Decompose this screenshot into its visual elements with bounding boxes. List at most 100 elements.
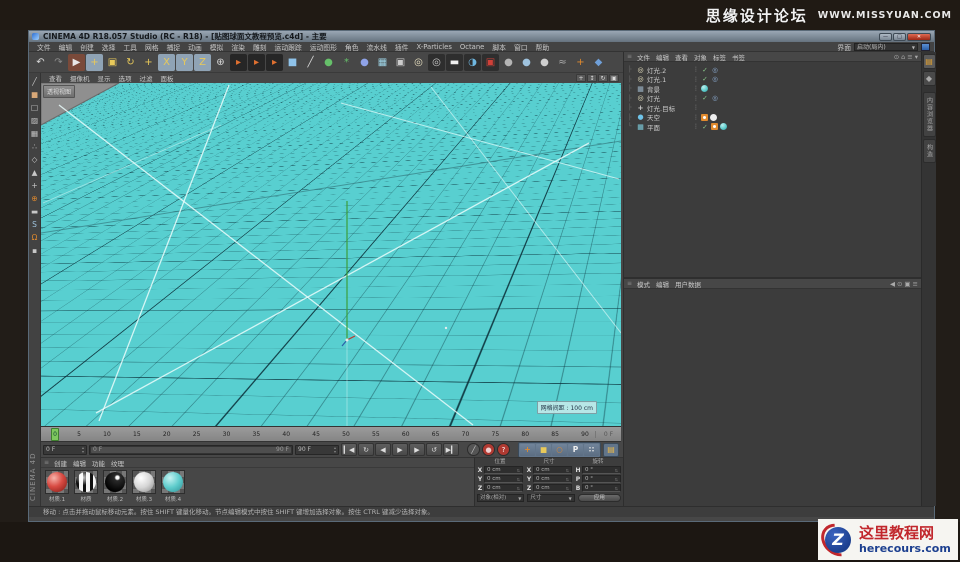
stepper-arrows-icon[interactable]: ▴ ▾ bbox=[334, 445, 336, 454]
toolbar-icon[interactable]: ≈ bbox=[554, 54, 571, 71]
toolbar-icon[interactable]: ● bbox=[320, 54, 337, 71]
left-tool-icon[interactable]: ▨ bbox=[29, 114, 40, 126]
left-tool-icon[interactable]: □ bbox=[29, 101, 40, 113]
left-tool-icon[interactable]: ■ bbox=[29, 88, 40, 100]
toolbar-icon[interactable]: ◎ bbox=[428, 53, 445, 71]
toolbar-icon[interactable]: ◑ bbox=[464, 53, 481, 71]
stepper-arrows-icon[interactable]: ▴ ▾ bbox=[82, 445, 84, 454]
dock-text-tab[interactable]: 内容浏览器 bbox=[922, 92, 936, 137]
keyframe-toggle[interactable]: ■ bbox=[536, 443, 551, 456]
toolbar-icon[interactable]: ╱ bbox=[302, 54, 319, 71]
menu-item[interactable]: 创建 bbox=[76, 42, 98, 52]
menu-item[interactable]: Octane bbox=[456, 43, 488, 51]
rotation-p-field[interactable]: 0 ° ⇅ bbox=[582, 475, 621, 483]
menu-item[interactable]: 插件 bbox=[391, 42, 413, 52]
rotation-h-field[interactable]: 0 ° ⇅ bbox=[582, 466, 621, 474]
toolbar-icon[interactable]: ▸ bbox=[230, 53, 247, 71]
menu-item[interactable]: 窗口 bbox=[510, 42, 532, 52]
object-manager-tool-icon[interactable]: ▾ bbox=[915, 53, 918, 61]
menu-item[interactable]: 捕捉 bbox=[163, 42, 185, 52]
timeline-keys-icon[interactable]: ▤ bbox=[603, 442, 619, 457]
object-row[interactable]: ├ 灯光 ⋮ bbox=[628, 94, 921, 104]
menu-item[interactable]: 帮助 bbox=[532, 42, 554, 52]
position-y-field[interactable]: 0 cm ⇅ bbox=[484, 475, 523, 483]
view-label[interactable]: 透视视图 bbox=[43, 85, 76, 98]
menu-item[interactable]: 运动跟踪 bbox=[271, 42, 306, 52]
last-frame-field[interactable]: 90 F ▴ ▾ bbox=[295, 444, 339, 455]
panel-grip-icon[interactable]: ≡ bbox=[627, 280, 632, 287]
toolbar-icon[interactable]: X bbox=[158, 53, 175, 71]
viewport-nav-icon[interactable]: ↕ bbox=[587, 74, 597, 82]
keyframe-toggle[interactable]: ○ bbox=[552, 443, 567, 456]
menu-item[interactable]: 文件 bbox=[33, 42, 55, 52]
toolbar-icon[interactable]: ▦ bbox=[374, 54, 391, 71]
toolbar-icon[interactable]: + bbox=[86, 53, 103, 71]
interface-dropdown[interactable]: 启动(局内) ▼ bbox=[854, 43, 918, 51]
toolbar-icon[interactable]: ◎ bbox=[410, 54, 427, 71]
menu-item[interactable]: 渲染 bbox=[227, 42, 249, 52]
material-preview-sphere[interactable] bbox=[45, 470, 69, 494]
object-manager-tool-icon[interactable]: ⊙ bbox=[894, 53, 899, 61]
viewport-menu-item[interactable]: 选项 bbox=[115, 73, 136, 83]
viewport-menu-item[interactable]: 摄像机 bbox=[66, 73, 94, 83]
timeline-ruler[interactable]: 051015202530354045505560657075808590 0 0… bbox=[41, 426, 621, 441]
target-tag-icon[interactable] bbox=[711, 75, 719, 83]
visibility-dots-icon[interactable]: ⋮ bbox=[693, 95, 699, 102]
left-tool-icon[interactable]: ▪ bbox=[29, 244, 40, 256]
visibility-dots-icon[interactable]: ⋮ bbox=[693, 123, 699, 130]
toolbar-icon[interactable]: ● bbox=[500, 54, 517, 71]
menu-item[interactable]: 工具 bbox=[119, 42, 141, 52]
keyframe-toggle[interactable]: + bbox=[520, 443, 535, 456]
menu-item[interactable]: 运动图形 bbox=[306, 42, 341, 52]
texture-tag-icon[interactable] bbox=[720, 123, 727, 131]
attribute-manager-menu-item[interactable]: 用户数据 bbox=[672, 279, 704, 289]
menu-item[interactable]: 脚本 bbox=[488, 42, 510, 52]
extra-tag-icon[interactable] bbox=[710, 113, 717, 121]
layout-icon[interactable] bbox=[921, 43, 930, 51]
coord-object-dropdown[interactable]: 对象(相对) ▼ bbox=[477, 494, 525, 502]
viewport[interactable]: 透视视图 网格间距 : 100 cm bbox=[41, 83, 621, 426]
maximize-button[interactable]: □ bbox=[893, 32, 906, 41]
compositing-tag-icon[interactable] bbox=[701, 113, 708, 121]
object-manager-menu-item[interactable]: 书签 bbox=[729, 52, 748, 62]
attribute-manager-menu-item[interactable]: 模式 bbox=[634, 279, 653, 289]
object-name[interactable]: 灯光.目标 bbox=[647, 103, 691, 113]
toolbar-icon[interactable]: ▣ bbox=[104, 54, 121, 71]
left-tool-icon[interactable]: ▬ bbox=[29, 205, 40, 217]
visibility-dots-icon[interactable]: ⋮ bbox=[693, 104, 699, 111]
dock-icon-tab[interactable]: ◆ bbox=[922, 71, 936, 86]
left-tool-icon[interactable]: ◇ bbox=[29, 153, 40, 165]
toolbar-icon[interactable]: Y bbox=[176, 53, 193, 71]
toolbar-icon[interactable]: ◆ bbox=[590, 54, 607, 71]
attribute-manager-menu-item[interactable]: 编辑 bbox=[653, 279, 672, 289]
toolbar-icon[interactable]: * bbox=[338, 54, 355, 71]
menu-item[interactable]: 动画 bbox=[184, 42, 206, 52]
viewport-nav-icon[interactable]: + bbox=[576, 74, 586, 82]
left-tool-icon[interactable]: ▲ bbox=[29, 166, 40, 178]
close-button[interactable]: ✕ bbox=[907, 32, 931, 41]
toolbar-icon[interactable]: + bbox=[140, 54, 157, 71]
visibility-dots-icon[interactable]: ⋮ bbox=[693, 85, 699, 92]
scale-z-field[interactable]: 0 cm ⇅ bbox=[533, 484, 572, 492]
visibility-dots-icon[interactable]: ⋮ bbox=[693, 114, 699, 121]
object-name[interactable]: 天空 bbox=[647, 112, 691, 122]
coord-size-dropdown[interactable]: 尺寸 ▼ bbox=[527, 494, 575, 502]
frame-range-slider[interactable]: 0 F 90 F bbox=[89, 444, 293, 455]
menu-item[interactable]: 流水线 bbox=[363, 42, 391, 52]
toolbar-icon[interactable]: ▣ bbox=[482, 53, 499, 71]
transport-button[interactable]: ↺ bbox=[426, 443, 442, 456]
material-menu-item[interactable]: 功能 bbox=[89, 458, 108, 468]
record-button[interactable]: ● bbox=[482, 443, 495, 456]
attribute-manager-tool-icon[interactable]: ◀ bbox=[890, 280, 895, 288]
menu-item[interactable]: 网格 bbox=[141, 42, 163, 52]
timeline-playhead[interactable]: 0 bbox=[51, 428, 59, 441]
transport-button[interactable]: ▶ bbox=[409, 443, 425, 456]
record-button[interactable]: ? bbox=[497, 443, 510, 456]
toolbar-icon[interactable]: ● bbox=[518, 54, 535, 71]
object-manager-tool-icon[interactable]: ≡ bbox=[907, 53, 912, 61]
position-z-field[interactable]: 0 cm ⇅ bbox=[484, 484, 523, 492]
origin-point[interactable] bbox=[345, 338, 349, 342]
toolbar-icon[interactable]: ▣ bbox=[392, 54, 409, 71]
viewport-menu-item[interactable]: 显示 bbox=[94, 73, 115, 83]
transport-button[interactable]: ↻ bbox=[358, 443, 374, 456]
